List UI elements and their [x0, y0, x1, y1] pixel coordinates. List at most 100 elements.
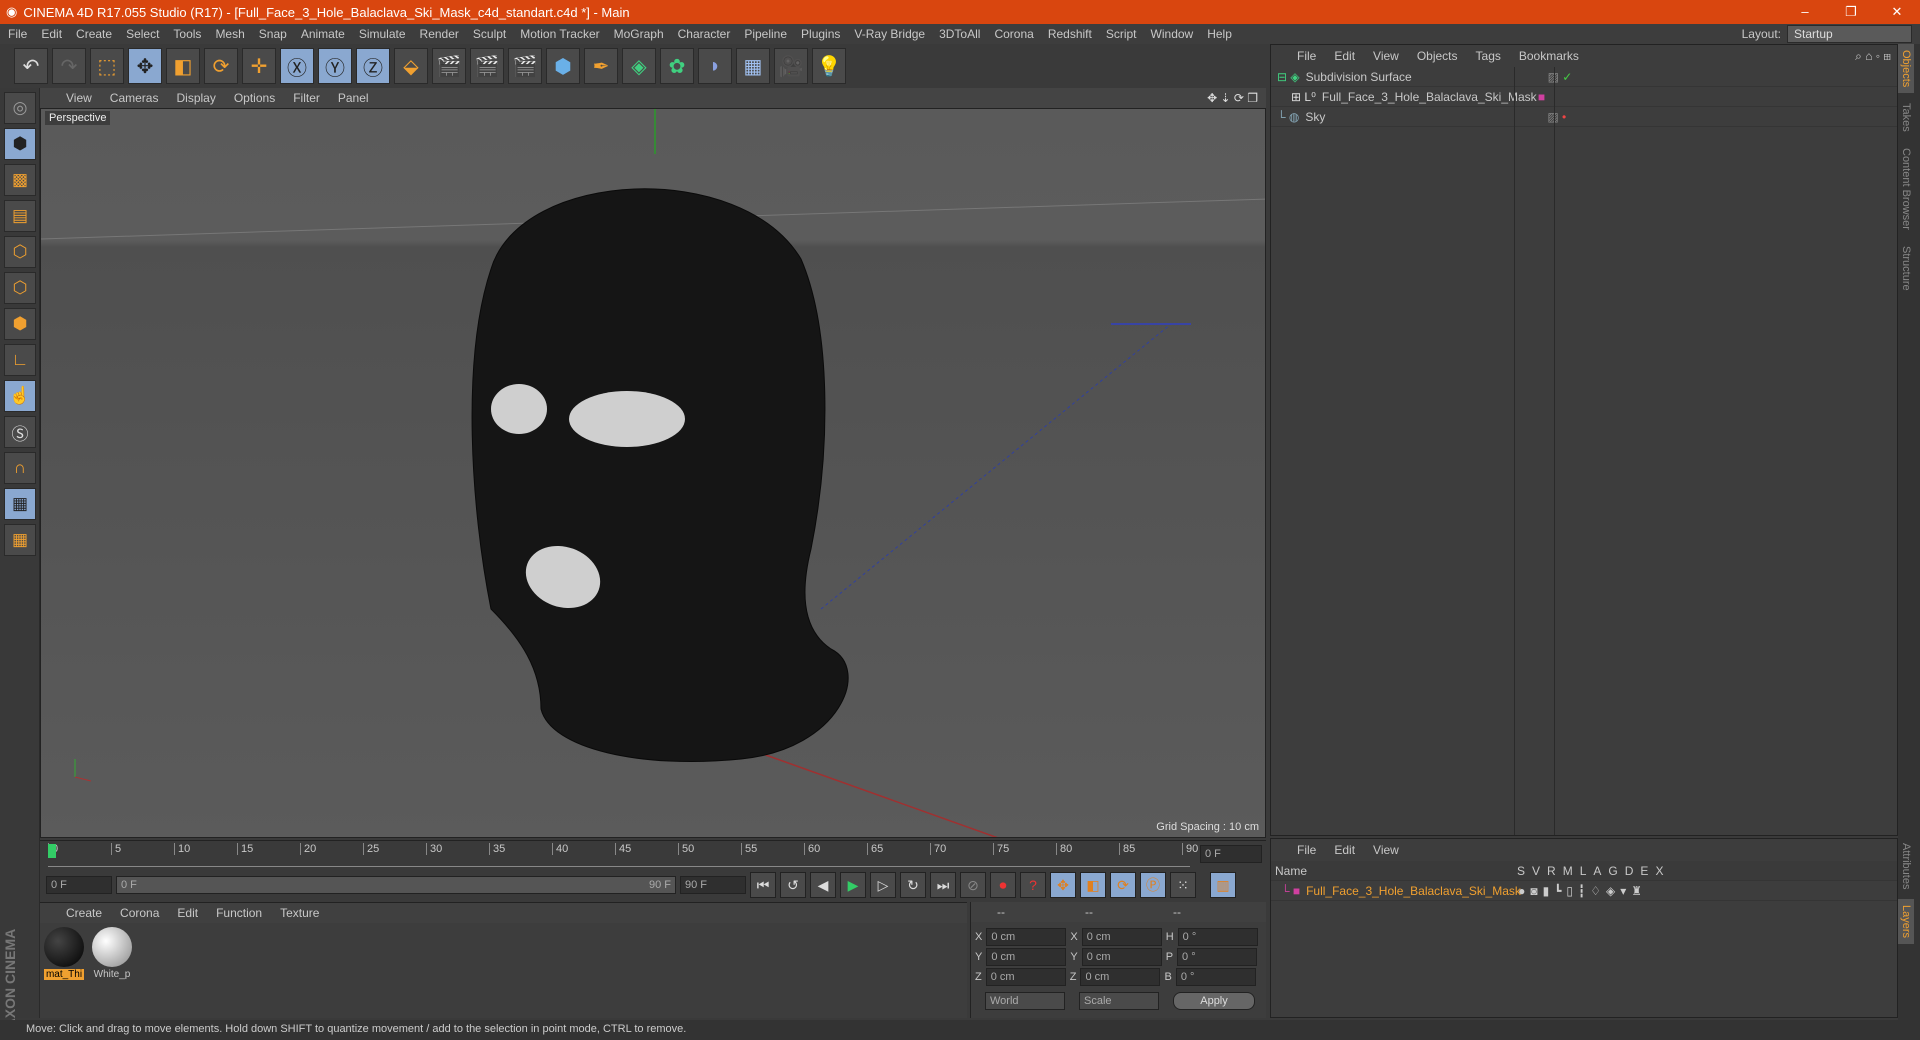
menu-edit[interactable]: Edit — [41, 27, 62, 41]
mat-menu-edit[interactable]: Edit — [177, 906, 198, 920]
redo-icon[interactable]: ↷ — [52, 48, 86, 84]
planar-workplane-icon[interactable]: ▦ — [4, 524, 36, 556]
layer-column-r[interactable]: R — [1547, 864, 1556, 878]
move-icon[interactable]: ✥ — [128, 48, 162, 84]
snap-magnet-icon[interactable]: ∩ — [4, 452, 36, 484]
deformer-icon[interactable]: ◗ — [698, 48, 732, 84]
y-axis-icon[interactable]: Ⓨ — [318, 48, 352, 84]
rotation-p-field[interactable]: 0 ° — [1177, 948, 1258, 966]
solo-icon[interactable]: Ⓢ — [4, 416, 36, 448]
vp-menu-view[interactable]: View — [66, 91, 92, 105]
next-key-icon[interactable]: ↻ — [900, 872, 926, 898]
transform-icon[interactable]: ✛ — [242, 48, 276, 84]
menu-select[interactable]: Select — [126, 27, 159, 41]
record-keys-icon[interactable]: ⊘ — [960, 872, 986, 898]
obj-menu-tags[interactable]: Tags — [1476, 49, 1501, 63]
menu-simulate[interactable]: Simulate — [359, 27, 406, 41]
menu-snap[interactable]: Snap — [259, 27, 287, 41]
menu-character[interactable]: Character — [678, 27, 731, 41]
tab-attributes[interactable]: Attributes — [1898, 837, 1914, 895]
layer-column-s[interactable]: S — [1517, 864, 1525, 878]
object-row-sky[interactable]: └ ◍ Sky ▨ • — [1271, 107, 1897, 127]
object-row-subdivision[interactable]: ⊟ ◈ Subdivision Surface ▨ ✓ — [1271, 67, 1897, 87]
mat-menu-texture[interactable]: Texture — [280, 906, 319, 920]
edges-mode-icon[interactable]: ⬡ — [4, 272, 36, 304]
render-settings-icon[interactable]: 🎬 — [508, 48, 542, 84]
menu-corona[interactable]: Corona — [994, 27, 1033, 41]
vp-menu-cameras[interactable]: Cameras — [110, 91, 159, 105]
perspective-viewport[interactable]: Perspective Grid Spacing : 10 cm — [40, 108, 1266, 838]
layer-column-d[interactable]: D — [1625, 864, 1634, 878]
layer-row[interactable]: └ ■ Full_Face_3_Hole_Balaclava_Ski_Mask ●◙… — [1271, 881, 1897, 901]
layer-column-a[interactable]: A — [1593, 864, 1601, 878]
layout-select[interactable]: Startup — [1787, 25, 1912, 43]
layer-menu-view[interactable]: View — [1373, 843, 1399, 857]
size-mode-select[interactable]: Scale — [1079, 992, 1159, 1010]
layer-toggle-icons[interactable]: ●◙▮┗▯┇♢◈▾♜ — [1518, 884, 1647, 898]
render-picture-viewer-icon[interactable]: 🎬 — [470, 48, 504, 84]
coordinate-space-select[interactable]: World — [985, 992, 1065, 1010]
cloner-icon[interactable]: ✿ — [660, 48, 694, 84]
live-selection-icon[interactable]: ⬚ — [90, 48, 124, 84]
key-parameter-icon[interactable]: Ⓟ — [1140, 872, 1166, 898]
tab-layers[interactable]: Layers — [1898, 899, 1914, 945]
rotation-b-field[interactable]: 0 ° — [1175, 968, 1256, 986]
start-frame-field[interactable]: 0 F — [46, 876, 112, 894]
key-scale-icon[interactable]: ◧ — [1080, 872, 1106, 898]
menu-vray-bridge[interactable]: V-Ray Bridge — [854, 27, 925, 41]
z-axis-icon[interactable]: Ⓩ — [356, 48, 390, 84]
layer-column-l[interactable]: L — [1580, 864, 1587, 878]
obj-menu-file[interactable]: File — [1297, 49, 1316, 63]
make-editable-icon[interactable]: ◎ — [4, 92, 36, 124]
menu-window[interactable]: Window — [1151, 27, 1194, 41]
close-button[interactable]: ✕ — [1874, 4, 1920, 20]
play-icon[interactable]: ▶ — [840, 872, 866, 898]
model-mode-icon[interactable]: ⬢ — [4, 128, 36, 160]
light-icon[interactable]: 💡 — [812, 48, 846, 84]
key-rotation-icon[interactable]: ⟳ — [1110, 872, 1136, 898]
texture-mode-icon[interactable]: ▩ — [4, 164, 36, 196]
menu-render[interactable]: Render — [420, 27, 459, 41]
mat-menu-corona[interactable]: Corona — [120, 906, 159, 920]
menu-3dtoall[interactable]: 3DToAll — [939, 27, 980, 41]
tab-objects[interactable]: Objects — [1898, 44, 1914, 94]
size-z-field[interactable]: 0 cm — [1080, 968, 1161, 986]
layer-column-x[interactable]: X — [1655, 864, 1663, 878]
go-to-end-icon[interactable]: ⏭ — [930, 872, 956, 898]
position-z-field[interactable]: 0 cm — [985, 968, 1066, 986]
menu-motion-tracker[interactable]: Motion Tracker — [520, 27, 599, 41]
undo-icon[interactable]: ↶ — [14, 48, 48, 84]
visibility-toggle[interactable]: ▨ ✓ — [1548, 70, 1573, 84]
vp-menu-display[interactable]: Display — [176, 91, 215, 105]
pen-spline-icon[interactable]: ✒ — [584, 48, 618, 84]
workplane-icon[interactable]: ▤ — [4, 200, 36, 232]
vp-menu-filter[interactable]: Filter — [293, 91, 320, 105]
obj-menu-view[interactable]: View — [1373, 49, 1399, 63]
lock-workplane-icon[interactable]: ▦ — [4, 488, 36, 520]
axis-mode-icon[interactable]: ∟ — [4, 344, 36, 376]
position-y-field[interactable]: 0 cm — [986, 948, 1067, 966]
tab-takes[interactable]: Takes — [1898, 97, 1914, 138]
apply-button[interactable]: Apply — [1173, 992, 1255, 1010]
maximize-button[interactable]: ❐ — [1828, 4, 1874, 20]
menu-plugins[interactable]: Plugins — [801, 27, 840, 41]
material-swatch[interactable]: mat_Thi — [42, 927, 86, 980]
previous-frame-icon[interactable]: ◀ — [810, 872, 836, 898]
playhead[interactable] — [48, 844, 56, 858]
menu-create[interactable]: Create — [76, 27, 112, 41]
menu-mesh[interactable]: Mesh — [215, 27, 244, 41]
current-frame-field[interactable]: 0 F — [1200, 845, 1262, 863]
polygons-mode-icon[interactable]: ⬢ — [4, 308, 36, 340]
layer-column-e[interactable]: E — [1640, 864, 1648, 878]
search-icon[interactable]: ⌕ ⌂ ◦ ⊞ — [1855, 49, 1897, 64]
timeline-window-icon[interactable]: ▥ — [1210, 872, 1236, 898]
menu-tools[interactable]: Tools — [173, 27, 201, 41]
render-view-icon[interactable]: 🎬 — [432, 48, 466, 84]
menu-script[interactable]: Script — [1106, 27, 1137, 41]
tab-content-browser[interactable]: Content Browser — [1898, 142, 1914, 236]
menu-redshift[interactable]: Redshift — [1048, 27, 1092, 41]
end-frame-field[interactable]: 90 F — [680, 876, 746, 894]
rotation-h-field[interactable]: 0 ° — [1177, 928, 1258, 946]
coordinate-system-icon[interactable]: ⬙ — [394, 48, 428, 84]
frame-range-slider[interactable]: 0 F 90 F — [116, 876, 676, 894]
